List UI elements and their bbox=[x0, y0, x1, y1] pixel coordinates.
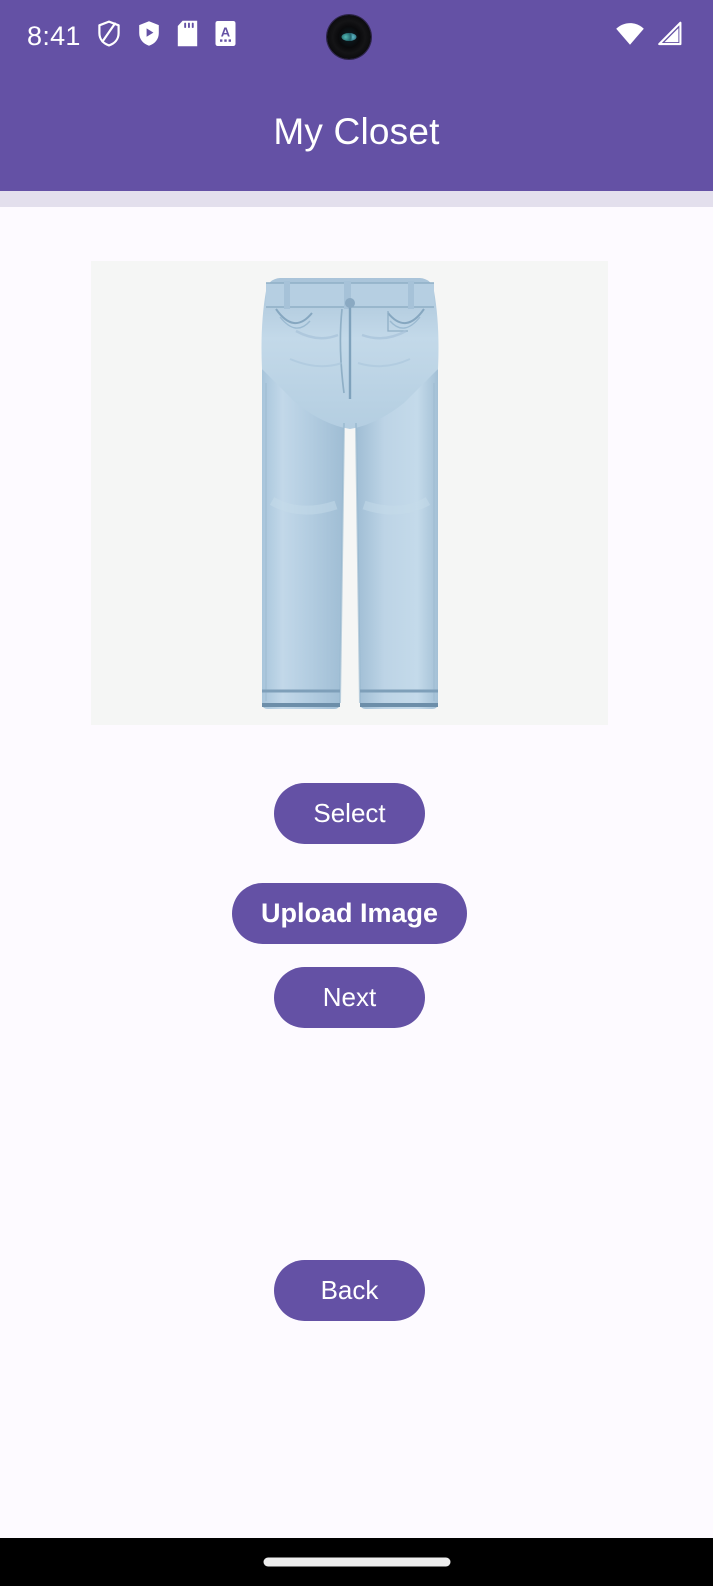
main-content: Select Upload Image Next Back bbox=[0, 207, 713, 1538]
shield-outline-icon bbox=[97, 20, 121, 52]
shield-play-icon bbox=[137, 20, 161, 52]
back-button[interactable]: Back bbox=[274, 1260, 425, 1321]
status-bar-clock: 8:41 bbox=[27, 20, 81, 51]
select-button[interactable]: Select bbox=[274, 783, 425, 844]
sd-card-icon bbox=[177, 20, 198, 52]
home-gesture-handle[interactable] bbox=[263, 1557, 450, 1567]
selected-garment-image[interactable] bbox=[91, 261, 608, 725]
phone-screen: 8:41 A My Closet Select Upload Image Nex… bbox=[0, 0, 713, 1586]
document-a-icon: A bbox=[214, 20, 237, 52]
jeans-illustration bbox=[261, 278, 438, 709]
system-navigation-bar bbox=[0, 1538, 713, 1586]
next-button[interactable]: Next bbox=[274, 967, 425, 1028]
status-bar: 8:41 A bbox=[0, 0, 713, 72]
page-title: My Closet bbox=[273, 110, 440, 152]
svg-text:A: A bbox=[221, 25, 231, 40]
app-bar: My Closet bbox=[0, 72, 713, 191]
front-camera-punch-hole bbox=[327, 15, 371, 59]
wifi-icon bbox=[615, 22, 645, 51]
status-bar-right-group bbox=[615, 21, 683, 51]
status-bar-left-group: 8:41 A bbox=[27, 20, 237, 52]
upload-image-button[interactable]: Upload Image bbox=[232, 883, 467, 944]
cellular-signal-icon bbox=[657, 21, 683, 51]
app-bar-underline bbox=[0, 191, 713, 207]
